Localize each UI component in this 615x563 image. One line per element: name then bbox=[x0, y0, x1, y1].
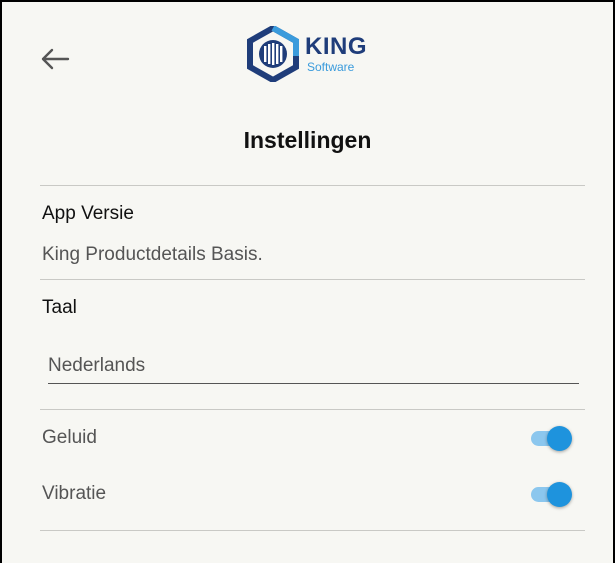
king-hexagon-logo-icon bbox=[247, 26, 299, 82]
language-select[interactable]: Nederlands bbox=[48, 349, 579, 384]
app-version-label: App Versie bbox=[42, 203, 134, 224]
vibration-label: Vibratie bbox=[42, 483, 107, 504]
toggle-thumb bbox=[547, 482, 572, 507]
vibration-toggle[interactable] bbox=[529, 481, 573, 507]
divider bbox=[40, 530, 585, 531]
logo-subtitle: Software bbox=[307, 60, 355, 74]
sound-setting-row: Geluid bbox=[42, 420, 587, 456]
settings-screen: KING Software Instellingen App Versie Ki… bbox=[0, 0, 615, 563]
logo-wordmark: KING bbox=[305, 33, 367, 60]
sound-toggle[interactable] bbox=[529, 425, 573, 451]
page-title: Instellingen bbox=[243, 127, 372, 153]
king-software-logo: KING Software bbox=[247, 26, 367, 82]
divider bbox=[40, 185, 585, 186]
vibration-setting-row: Vibratie bbox=[42, 476, 587, 512]
back-button[interactable] bbox=[38, 42, 72, 76]
divider bbox=[40, 409, 585, 410]
divider bbox=[40, 279, 585, 280]
toggle-thumb bbox=[547, 426, 572, 451]
language-select-value: Nederlands bbox=[48, 355, 146, 376]
language-label: Taal bbox=[42, 297, 77, 318]
sound-label: Geluid bbox=[42, 427, 97, 448]
arrow-left-icon bbox=[41, 48, 70, 70]
app-version-value: King Productdetails Basis. bbox=[42, 244, 263, 265]
